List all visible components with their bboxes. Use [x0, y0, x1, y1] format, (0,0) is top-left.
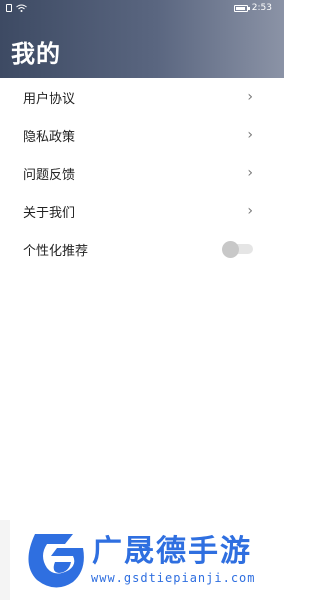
sim-icon — [6, 4, 12, 12]
chevron-right-icon: › — [247, 127, 253, 143]
personalized-recommendation-toggle[interactable] — [222, 241, 253, 258]
menu-item-label: 用户协议 — [23, 91, 76, 107]
menu-item-privacy-policy[interactable]: 隐私政策 › — [0, 116, 284, 154]
status-left — [6, 4, 27, 12]
wifi-icon — [16, 4, 27, 12]
menu-item-label: 个性化推荐 — [23, 243, 89, 259]
watermark-logo-icon — [25, 526, 85, 598]
menu-item-user-agreement[interactable]: 用户协议 › — [0, 78, 284, 116]
settings-menu: 用户协议 › 隐私政策 › 问题反馈 › 关于我们 › 个性化推荐 — [0, 78, 284, 268]
watermark: 广晟德手游 www.gsdtiepianji.com — [0, 520, 284, 600]
page-title: 我的 — [11, 40, 61, 68]
chevron-right-icon: › — [247, 89, 253, 105]
battery-icon — [233, 4, 250, 12]
status-time: 2:53 — [251, 3, 272, 13]
menu-item-label: 关于我们 — [23, 205, 76, 221]
chevron-right-icon: › — [247, 165, 253, 181]
menu-item-feedback[interactable]: 问题反馈 › — [0, 154, 284, 192]
chevron-right-icon: › — [247, 203, 253, 219]
watermark-title: 广晟德手游 — [92, 534, 252, 569]
menu-item-personalized-recommendation: 个性化推荐 — [0, 230, 284, 268]
header: 2:53 我的 — [0, 0, 284, 78]
toggle-knob — [222, 241, 239, 258]
status-right: 2:53 — [233, 3, 272, 13]
watermark-url: www.gsdtiepianji.com — [91, 571, 256, 585]
menu-item-label: 隐私政策 — [23, 129, 76, 145]
menu-item-label: 问题反馈 — [23, 167, 76, 183]
status-bar: 2:53 — [0, 0, 284, 20]
menu-item-about-us[interactable]: 关于我们 › — [0, 192, 284, 230]
